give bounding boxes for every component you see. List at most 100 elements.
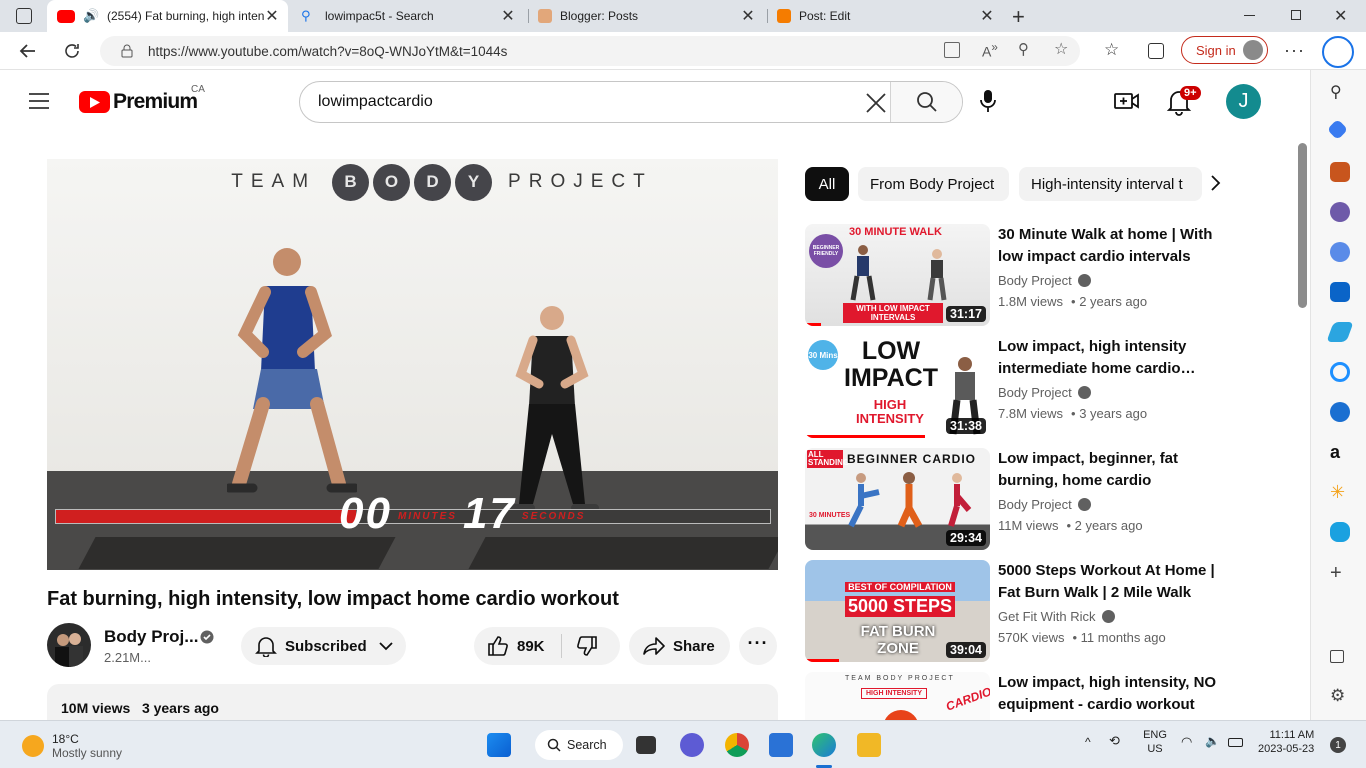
amazon-icon[interactable]: a: [1330, 442, 1350, 462]
tools-icon[interactable]: [1330, 162, 1350, 182]
zoom-icon[interactable]: ⚲: [1018, 40, 1029, 58]
recommendation-item[interactable]: 30 MINUTE WALK BEGINNER FRIENDLY WITH LO…: [805, 224, 1225, 326]
video-thumbnail[interactable]: TEAM BODY PROJECT HIGH INTENSITY CARDIO: [805, 672, 990, 720]
recommendation-title[interactable]: Low impact, high intensity, NO equipment…: [998, 672, 1223, 716]
read-aloud-icon[interactable]: A»: [982, 41, 998, 60]
wifi-icon[interactable]: ◠: [1181, 734, 1192, 750]
video-thumbnail[interactable]: BEST OF COMPILATION 5000 STEPS FAT BURN …: [805, 560, 990, 662]
close-icon[interactable]: ✕: [740, 6, 756, 26]
create-button[interactable]: [1114, 90, 1140, 112]
recommendation-item[interactable]: TEAM BODY PROJECT HIGH INTENSITY CARDIO …: [805, 672, 1225, 720]
sidebar-toggle-icon[interactable]: [1330, 650, 1344, 663]
recommendation-title[interactable]: 5000 Steps Workout At Home | Fat Burn Wa…: [998, 560, 1223, 604]
shopping-icon[interactable]: [1326, 118, 1349, 141]
close-icon[interactable]: ✕: [979, 6, 995, 26]
outlook-icon[interactable]: [1330, 282, 1350, 302]
notification-center-badge[interactable]: 1: [1330, 737, 1346, 753]
clear-search-icon[interactable]: [865, 92, 887, 114]
channel-avatar[interactable]: [47, 623, 91, 667]
telegram-icon[interactable]: [1326, 322, 1354, 342]
close-icon[interactable]: ✕: [500, 6, 516, 26]
search-input[interactable]: [318, 93, 838, 111]
favorites-icon[interactable]: ☆: [1104, 40, 1119, 60]
recommendation-channel[interactable]: Body Project: [998, 497, 1091, 512]
network-alert-icon[interactable]: ⟲: [1109, 733, 1120, 749]
sign-in-button[interactable]: Sign in: [1181, 36, 1268, 64]
page-scrollbar[interactable]: [1298, 143, 1307, 308]
file-explorer-icon[interactable]: [857, 733, 881, 757]
favorite-add-icon[interactable]: ☆: [1054, 39, 1068, 59]
back-button[interactable]: [15, 38, 41, 64]
restore-button[interactable]: [1291, 10, 1301, 20]
dislike-button[interactable]: [562, 635, 598, 657]
recommendation-title[interactable]: Low impact, beginner, fat burning, home …: [998, 448, 1223, 492]
add-icon[interactable]: +: [1330, 562, 1350, 584]
refresh-button[interactable]: [59, 38, 85, 64]
tab-blogger-edit[interactable]: Post: Edit ✕: [773, 0, 1003, 32]
minimize-button[interactable]: [1244, 15, 1255, 16]
video-camera-plus-icon: [1114, 93, 1139, 109]
youtube-logo[interactable]: Premium CA: [79, 84, 205, 114]
recommendation-channel[interactable]: Body Project: [998, 385, 1091, 400]
office-icon[interactable]: [1330, 242, 1350, 262]
tab-blogger-posts[interactable]: Blogger: Posts ✕: [534, 0, 764, 32]
chevron-down-icon: [379, 642, 393, 651]
recommendation-title[interactable]: 30 Minute Walk at home | With low impact…: [998, 224, 1223, 268]
battery-icon[interactable]: [1228, 738, 1243, 747]
search-icon[interactable]: ⚲: [1330, 82, 1350, 102]
media-icon[interactable]: [1330, 402, 1350, 422]
channel-name[interactable]: Body Proj...: [104, 627, 198, 647]
start-icon[interactable]: [487, 733, 511, 757]
chrome-icon[interactable]: [725, 733, 749, 757]
settings-more-icon[interactable]: ···: [1284, 40, 1305, 61]
taskbar-search[interactable]: Search: [535, 730, 623, 760]
video-thumbnail[interactable]: LOW IMPACT 30 Mins HIGH INTENSITY 31:38: [805, 336, 990, 438]
gear-icon[interactable]: ⚙: [1330, 686, 1350, 706]
edge-icon[interactable]: [812, 733, 836, 757]
account-avatar[interactable]: J: [1226, 84, 1261, 119]
video-thumbnail[interactable]: 30 MINUTE WALK BEGINNER FRIENDLY WITH LO…: [805, 224, 990, 326]
video-thumbnail[interactable]: ALL STANDING BEGINNER CARDIO 30 MINUTES …: [805, 448, 990, 550]
video-player[interactable]: TEAM B O D Y PROJECT 00 MINUTES 17 SECON…: [47, 159, 778, 570]
app-available-icon[interactable]: [944, 42, 960, 58]
weather-widget[interactable]: 18°C Mostly sunny: [22, 732, 122, 760]
collections-icon[interactable]: [1148, 43, 1164, 59]
store-icon[interactable]: [769, 733, 793, 757]
recommendation-channel[interactable]: Get Fit With Rick: [998, 609, 1115, 624]
more-actions-button[interactable]: ···: [739, 627, 777, 665]
chip-high-intensity[interactable]: High-intensity interval t: [1019, 167, 1202, 201]
copilot-icon[interactable]: [1322, 36, 1354, 68]
recommendation-item[interactable]: BEST OF COMPILATION 5000 STEPS FAT BURN …: [805, 560, 1225, 662]
task-view-icon[interactable]: [636, 736, 656, 754]
description-box[interactable]: 10M views 3 years ago: [47, 684, 778, 720]
recommendation-item[interactable]: ALL STANDING BEGINNER CARDIO 30 MINUTES …: [805, 448, 1225, 550]
volume-icon[interactable]: 🔈: [1205, 734, 1220, 748]
teams-chat-icon[interactable]: [680, 733, 704, 757]
chevron-up-icon[interactable]: ^: [1085, 735, 1091, 749]
recommendation-title[interactable]: Low impact, high intensity intermediate …: [998, 336, 1223, 380]
new-tab-button[interactable]: +: [1012, 4, 1025, 30]
close-window-button[interactable]: ✕: [1334, 6, 1347, 26]
recommendation-item[interactable]: LOW IMPACT 30 Mins HIGH INTENSITY 31:38 …: [805, 336, 1225, 438]
recommendation-channel[interactable]: Body Project: [998, 273, 1091, 288]
edge-drop-icon[interactable]: [1330, 362, 1350, 382]
search-button[interactable]: [890, 82, 962, 122]
chip-all[interactable]: All: [805, 167, 849, 201]
speaker-icon[interactable]: 🔊: [83, 8, 101, 24]
share-button[interactable]: Share: [629, 627, 730, 665]
guide-menu-button[interactable]: [28, 92, 50, 110]
salesforce-icon[interactable]: [1330, 522, 1350, 542]
close-icon[interactable]: ✕: [264, 6, 280, 26]
like-button[interactable]: 89K: [474, 634, 562, 658]
games-icon[interactable]: [1330, 202, 1350, 222]
tab-youtube[interactable]: 🔊 (2554) Fat burning, high intensity, lo…: [47, 0, 288, 32]
chevron-right-icon[interactable]: [1210, 174, 1222, 192]
subscribed-button[interactable]: Subscribed: [241, 627, 406, 665]
address-bar[interactable]: https://www.youtube.com/watch?v=8oQ-WNJo…: [100, 36, 1080, 66]
tab-bing-search[interactable]: ⚲ lowimpac5t - Search ✕: [295, 0, 524, 32]
tab-actions-button[interactable]: [16, 8, 32, 24]
chip-from-body-project[interactable]: From Body Project: [858, 167, 1009, 201]
sparkle-icon[interactable]: ✳: [1330, 482, 1350, 502]
voice-search-button[interactable]: [980, 89, 996, 113]
system-clock[interactable]: 11:11 AM 2023-05-23: [1258, 729, 1314, 755]
